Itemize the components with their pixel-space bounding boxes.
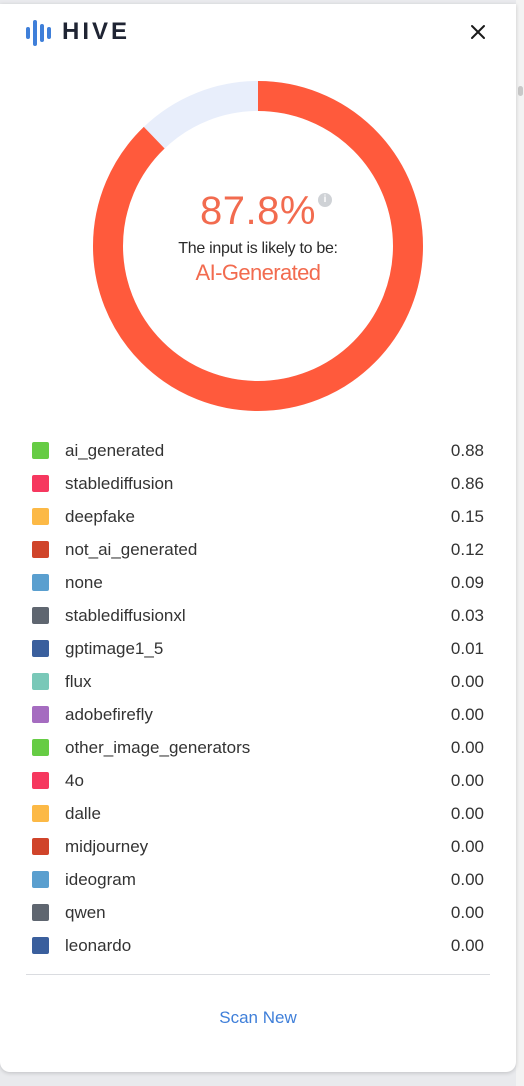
score-label: dalle bbox=[65, 803, 101, 823]
score-row: stablediffusion 0.86 bbox=[32, 467, 484, 500]
score-row: midjourney 0.00 bbox=[32, 830, 484, 863]
info-icon[interactable]: i bbox=[317, 192, 332, 207]
color-swatch bbox=[32, 706, 49, 723]
score-label: not_ai_generated bbox=[65, 539, 198, 559]
color-swatch bbox=[32, 673, 49, 690]
color-swatch bbox=[32, 508, 49, 525]
score-row: ai_generated 0.88 bbox=[32, 434, 484, 467]
score-value: 0.00 bbox=[450, 869, 484, 889]
color-swatch bbox=[32, 442, 49, 459]
score-value: 0.00 bbox=[450, 935, 484, 955]
scrollbar-thumb[interactable] bbox=[518, 86, 523, 96]
score-row: leonardo 0.00 bbox=[32, 929, 484, 962]
gauge-center: 87.8% i The input is likely to be: AI-Ge… bbox=[92, 80, 424, 412]
color-swatch bbox=[32, 871, 49, 888]
close-button[interactable] bbox=[464, 18, 492, 46]
color-swatch bbox=[32, 541, 49, 558]
score-row: flux 0.00 bbox=[32, 665, 484, 698]
confidence-percent: 87.8% bbox=[200, 188, 316, 233]
score-label: 4o bbox=[65, 770, 84, 790]
close-icon bbox=[471, 25, 485, 39]
divider bbox=[26, 974, 490, 975]
score-value: 0.00 bbox=[450, 803, 484, 823]
logo-text: HIVE bbox=[62, 18, 131, 45]
score-row: dalle 0.00 bbox=[32, 797, 484, 830]
color-swatch bbox=[32, 739, 49, 756]
scan-new-button[interactable]: Scan New bbox=[0, 1008, 516, 1028]
score-value: 0.15 bbox=[450, 506, 484, 526]
score-label: stablediffusion bbox=[65, 473, 174, 493]
color-swatch bbox=[32, 574, 49, 591]
score-value: 0.00 bbox=[450, 770, 484, 790]
score-row: stablediffusionxl 0.03 bbox=[32, 599, 484, 632]
score-row: ideogram 0.00 bbox=[32, 863, 484, 896]
color-swatch bbox=[32, 772, 49, 789]
color-swatch bbox=[32, 805, 49, 822]
score-value: 0.86 bbox=[450, 473, 484, 493]
score-value: 0.09 bbox=[450, 572, 484, 592]
score-label: none bbox=[65, 572, 103, 592]
color-swatch bbox=[32, 640, 49, 657]
score-label: deepfake bbox=[65, 506, 135, 526]
score-label: qwen bbox=[65, 902, 106, 922]
score-row: qwen 0.00 bbox=[32, 896, 484, 929]
score-label: other_image_generators bbox=[65, 737, 251, 757]
hive-logo: HIVE bbox=[24, 18, 130, 46]
score-label: ai_generated bbox=[65, 440, 165, 460]
hive-bars-icon bbox=[26, 20, 51, 46]
score-label: stablediffusionxl bbox=[65, 605, 186, 625]
color-swatch bbox=[32, 937, 49, 954]
percent-row: 87.8% i bbox=[200, 188, 332, 234]
confidence-gauge: 87.8% i The input is likely to be: AI-Ge… bbox=[92, 80, 424, 412]
color-swatch bbox=[32, 838, 49, 855]
score-value: 0.00 bbox=[450, 836, 484, 856]
score-value: 0.00 bbox=[450, 671, 484, 691]
likely-label: The input is likely to be: bbox=[178, 239, 338, 257]
panel-header: HIVE bbox=[24, 12, 492, 52]
score-label: flux bbox=[65, 671, 92, 691]
score-value: 0.00 bbox=[450, 737, 484, 757]
verdict-label: AI-Generated bbox=[195, 259, 321, 285]
score-value: 0.00 bbox=[450, 902, 484, 922]
score-row: adobefirefly 0.00 bbox=[32, 698, 484, 731]
hive-result-panel: HIVE 87.8% i The input is likely to be: … bbox=[0, 4, 516, 1072]
color-swatch bbox=[32, 607, 49, 624]
score-row: deepfake 0.15 bbox=[32, 500, 484, 533]
score-value: 0.00 bbox=[450, 704, 484, 724]
score-value: 0.03 bbox=[450, 605, 484, 625]
score-row: 4o 0.00 bbox=[32, 764, 484, 797]
score-row: other_image_generators 0.00 bbox=[32, 731, 484, 764]
score-row: gptimage1_5 0.01 bbox=[32, 632, 484, 665]
score-label: ideogram bbox=[65, 869, 136, 889]
color-swatch bbox=[32, 904, 49, 921]
score-row: none 0.09 bbox=[32, 566, 484, 599]
score-value: 0.01 bbox=[450, 638, 484, 658]
scrollbar-track[interactable] bbox=[516, 0, 524, 1086]
score-value: 0.88 bbox=[450, 440, 484, 460]
score-value: 0.12 bbox=[450, 539, 484, 559]
score-list: ai_generated 0.88 stablediffusion 0.86 deepf… bbox=[32, 434, 484, 962]
score-label: adobefirefly bbox=[65, 704, 153, 724]
score-label: midjourney bbox=[65, 836, 149, 856]
color-swatch bbox=[32, 475, 49, 492]
score-label: leonardo bbox=[65, 935, 132, 955]
score-label: gptimage1_5 bbox=[65, 638, 164, 658]
score-row: not_ai_generated 0.12 bbox=[32, 533, 484, 566]
